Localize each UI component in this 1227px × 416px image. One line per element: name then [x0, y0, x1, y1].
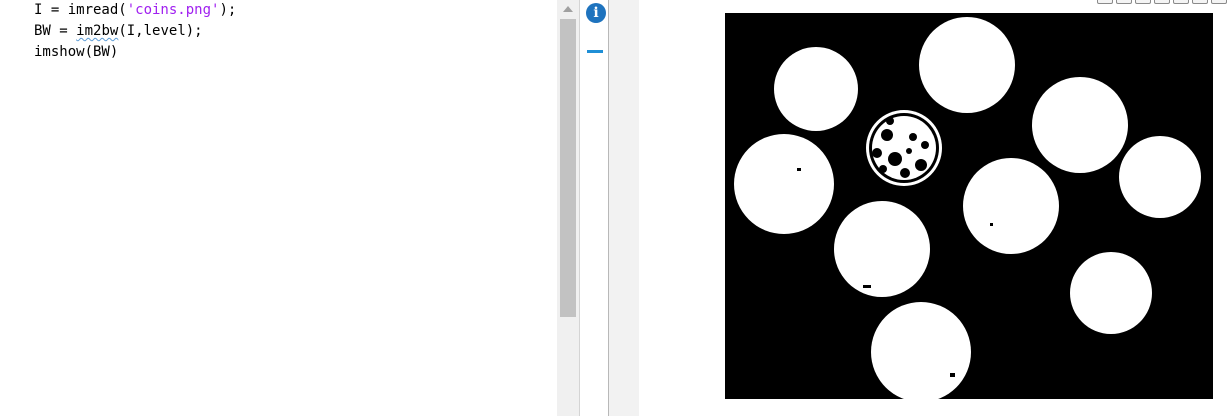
code-analyzer-marker[interactable] — [587, 50, 603, 53]
figure-toolbar — [1097, 0, 1227, 4]
binary-image-axes[interactable] — [725, 13, 1213, 399]
home-icon[interactable] — [1211, 0, 1227, 4]
figure-window — [639, 0, 1227, 416]
coin-4 — [734, 134, 834, 234]
code-text: ); — [219, 2, 237, 18]
scroll-thumb[interactable] — [560, 19, 576, 317]
code-text: I = imread( — [34, 2, 127, 18]
code-text: imshow(BW) — [34, 44, 119, 60]
zoom-in-icon[interactable] — [1173, 0, 1189, 4]
message-gutter: i — [579, 0, 611, 416]
info-icon[interactable]: i — [586, 3, 606, 23]
panel-splitter[interactable] — [609, 0, 639, 416]
binary-coins-image — [725, 13, 1213, 399]
coin-5 — [1119, 136, 1201, 218]
code-block[interactable]: I = imread('coins.png'); BW = im2bw(I,lev… — [34, 0, 236, 63]
new-figure-icon[interactable] — [1135, 0, 1151, 4]
code-text: BW = — [34, 23, 77, 39]
coin-9 — [871, 302, 971, 399]
code-text: (I,level); — [118, 23, 203, 39]
save-icon[interactable] — [1097, 0, 1113, 4]
zoom-out-icon[interactable] — [1192, 0, 1208, 4]
pan-hand-icon[interactable] — [1154, 0, 1170, 4]
coin-6 — [963, 158, 1059, 254]
editor-scrollbar[interactable] — [557, 0, 579, 416]
coin-7 — [834, 201, 930, 297]
coin-2 — [919, 17, 1015, 113]
code-line-2[interactable]: BW = im2bw(I,level); — [34, 21, 236, 42]
coin-8 — [1070, 252, 1152, 334]
print-icon[interactable] — [1116, 0, 1132, 4]
code-line-3[interactable]: imshow(BW) — [34, 42, 236, 63]
warning-squiggle-token[interactable]: im2bw — [76, 23, 118, 39]
coin-1 — [774, 47, 858, 131]
coin-10-partial — [866, 110, 942, 186]
coin-3 — [1032, 77, 1128, 173]
code-editor[interactable]: I = imread('coins.png'); BW = im2bw(I,lev… — [0, 0, 557, 416]
scroll-up-arrow-icon[interactable] — [563, 6, 573, 12]
string-literal: 'coins.png' — [126, 2, 220, 18]
code-line-1[interactable]: I = imread('coins.png'); — [34, 0, 236, 21]
